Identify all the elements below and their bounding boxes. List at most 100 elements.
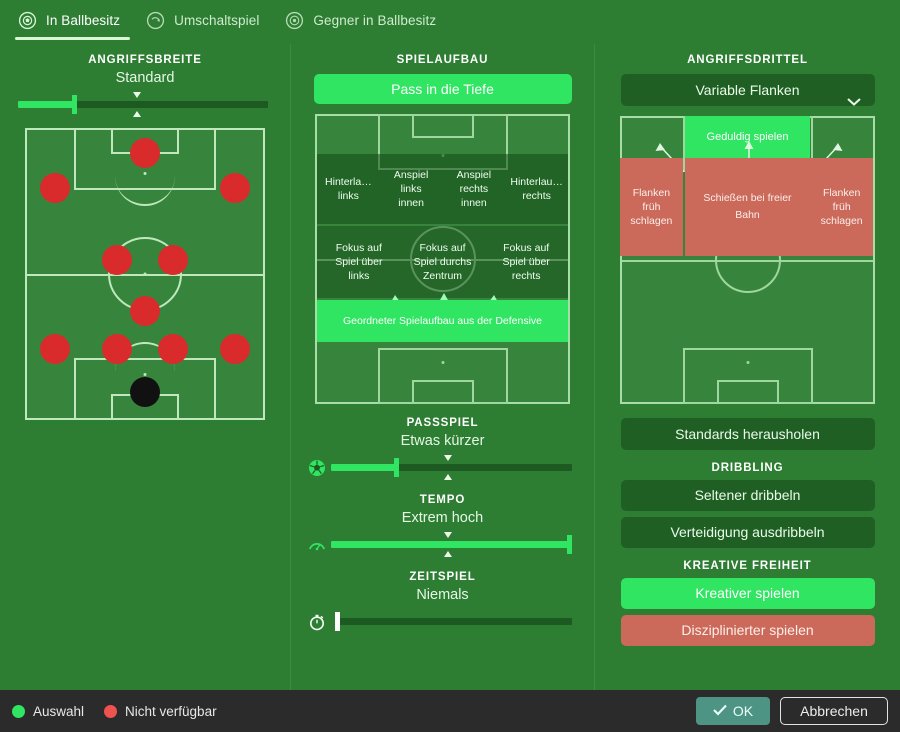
- zone-line: rechts: [522, 190, 551, 202]
- player-token[interactable]: [40, 172, 71, 203]
- passing-directness-slider[interactable]: [301, 455, 584, 481]
- be-more-expressive-button[interactable]: Kreativer spielen: [620, 578, 875, 609]
- goal-area-bottom: [411, 380, 474, 404]
- zone-line: Anspiel: [393, 169, 429, 181]
- pass-into-space-button[interactable]: Pass in die Tiefe: [313, 74, 572, 104]
- draw-set-pieces-button[interactable]: Standards herausholen: [620, 418, 875, 450]
- zone-focus-right[interactable]: Fokus auf Spiel über rechts: [484, 226, 568, 298]
- slider-thumb[interactable]: [72, 95, 77, 114]
- section-title: SPIELAUFBAU: [396, 54, 489, 66]
- slider-thumb[interactable]: [567, 535, 572, 554]
- final-third-dropdown[interactable]: Variable Flanken: [620, 74, 875, 106]
- section-value-time-wasting: Niemals: [416, 587, 469, 603]
- check-icon: [713, 703, 727, 719]
- section-title: ANGRIFFSDRITTEL: [687, 54, 808, 66]
- zone-early-crosses-right[interactable]: Flanken früh schlagen: [810, 158, 873, 256]
- zone-line: Spiel durchs: [413, 256, 472, 268]
- zone-focus-centre[interactable]: Fokus auf Spiel durchs Zentrum: [400, 226, 485, 298]
- legend-dot-unavailable: [104, 704, 118, 718]
- slider-marker-bottom: [133, 111, 141, 117]
- bottom-action-bar: Auswahl Nicht verfügbar OK Abbrechen: [0, 690, 900, 732]
- penalty-spot-bottom: [441, 361, 444, 364]
- final-third-zone-pitch[interactable]: Geduldig spielen Flanken früh schlagen S…: [620, 116, 875, 404]
- zone-line: links: [348, 270, 370, 282]
- player-token[interactable]: [219, 333, 250, 364]
- run-at-defence-button[interactable]: Verteidigung ausdribbeln: [620, 517, 875, 548]
- slider-thumb[interactable]: [335, 612, 340, 631]
- ok-button[interactable]: OK: [696, 697, 770, 725]
- legend: Auswahl Nicht verfügbar: [12, 704, 217, 719]
- zone-line: Zentrum: [422, 270, 463, 282]
- player-token[interactable]: [130, 296, 160, 327]
- player-token[interactable]: [40, 333, 71, 364]
- zone-line: links: [400, 183, 422, 195]
- zone-shoot-on-sight[interactable]: Schießen bei freier Bahn: [684, 158, 811, 256]
- zone-early-crosses-left[interactable]: Flanken früh schlagen: [620, 158, 683, 256]
- player-token[interactable]: [101, 244, 132, 275]
- legend-label: Auswahl: [33, 703, 85, 719]
- section-title: ANGRIFFSBREITE: [88, 54, 202, 66]
- section-value-passing: Etwas kürzer: [400, 433, 485, 449]
- be-more-disciplined-button[interactable]: Disziplinierter spielen: [620, 615, 875, 646]
- cancel-button[interactable]: Abbrechen: [780, 697, 888, 725]
- zone-work-ball-into-box[interactable]: Geduldig spielen: [684, 116, 811, 158]
- build-up-zone-pitch[interactable]: Hinterla… links Anspiel links innen Ansp…: [315, 114, 570, 404]
- dribble-less-button[interactable]: Seltener dribbeln: [620, 480, 875, 511]
- player-token[interactable]: [158, 333, 189, 364]
- player-token[interactable]: [158, 244, 189, 275]
- tab-in-possession[interactable]: In Ballbesitz: [10, 0, 138, 40]
- zone-line: links: [337, 190, 359, 202]
- section-title-dribbling: DRIBBLING: [711, 462, 784, 474]
- player-token[interactable]: [101, 333, 132, 364]
- player-token[interactable]: [130, 138, 160, 169]
- zone-line: Flanken: [632, 187, 671, 199]
- zone-line: Hinterlau…: [510, 176, 563, 188]
- column-attacking-width: ANGRIFFSBREITE Standard: [0, 44, 290, 690]
- slider-marker-top: [133, 92, 141, 98]
- tab-transition[interactable]: Umschaltspiel: [138, 0, 277, 40]
- slider-fill: [18, 101, 75, 108]
- legend-dot-selected: [12, 704, 25, 718]
- slider-fill: [331, 541, 568, 548]
- zone-line: innen: [461, 197, 487, 209]
- tab-label: In Ballbesitz: [46, 12, 121, 28]
- zone-pass-right-inside[interactable]: Anspiel rechts innen: [442, 154, 506, 224]
- slider-fill: [331, 464, 397, 471]
- player-token-goalkeeper[interactable]: [130, 377, 160, 408]
- zone-line: Geduldig spielen: [706, 131, 789, 143]
- goal-area-top: [411, 114, 474, 138]
- time-wasting-slider[interactable]: [301, 609, 584, 635]
- chevron-down-icon: [846, 86, 861, 106]
- zone-focus-left[interactable]: Fokus auf Spiel über links: [317, 226, 401, 298]
- zone-line: Bahn: [735, 209, 760, 221]
- zone-pass-left-inside[interactable]: Anspiel links innen: [379, 154, 443, 224]
- slider-thumb[interactable]: [394, 458, 399, 477]
- slider-marker-top: [444, 532, 452, 538]
- zone-line: Flanken: [822, 187, 861, 199]
- zone-line: früh: [642, 201, 661, 213]
- tab-out-of-possession[interactable]: Gegner in Ballbesitz: [277, 0, 454, 40]
- zone-line: schlagen: [820, 215, 863, 227]
- section-value: Standard: [115, 70, 175, 86]
- section-title-time-wasting: ZEITSPIEL: [409, 571, 476, 583]
- stopwatch-icon: [307, 612, 327, 632]
- zone-play-out-of-defence[interactable]: Geordneter Spielaufbau aus der Defensive: [317, 300, 568, 342]
- slider-marker-bottom: [444, 551, 452, 557]
- legend-item-selected: Auswahl: [12, 704, 84, 719]
- player-token[interactable]: [219, 172, 250, 203]
- dropdown-value: Variable Flanken: [695, 82, 800, 98]
- zone-line: Fokus auf: [335, 242, 382, 254]
- goal-area-bottom: [716, 380, 779, 404]
- zone-overlap-right[interactable]: Hinterlau… rechts: [505, 154, 568, 224]
- zone-line: Schießen bei freier: [703, 192, 792, 204]
- attacking-width-slider[interactable]: [10, 92, 280, 118]
- section-value-tempo: Extrem hoch: [401, 510, 484, 526]
- slider-marker-top: [444, 455, 452, 461]
- tempo-slider[interactable]: [301, 532, 584, 558]
- slider-track[interactable]: [335, 618, 572, 625]
- formation-pitch[interactable]: [25, 128, 265, 420]
- column-build-up: SPIELAUFBAU Pass in die Tiefe Hinterla… …: [290, 44, 595, 690]
- section-title-passing: PASSSPIEL: [406, 417, 479, 429]
- slider-marker-bottom: [444, 474, 452, 480]
- zone-overlap-left[interactable]: Hinterla… links: [317, 154, 380, 224]
